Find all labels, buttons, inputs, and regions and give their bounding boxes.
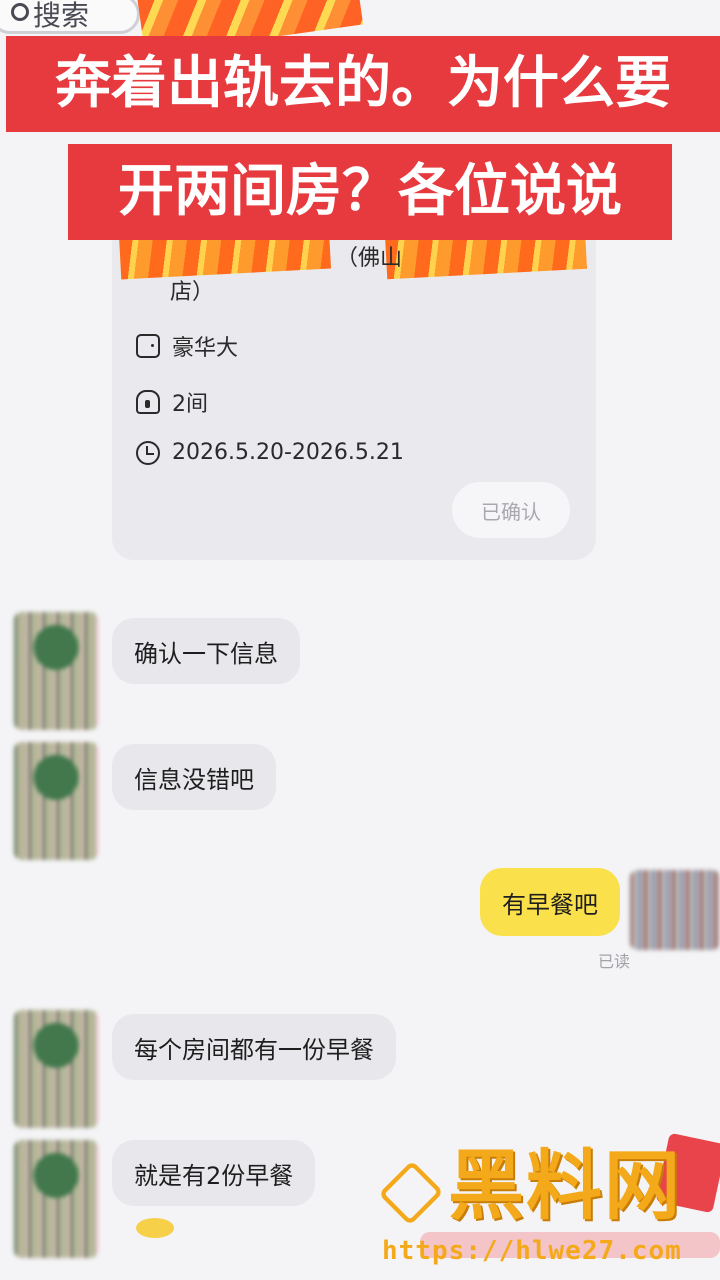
house-icon bbox=[136, 390, 160, 414]
search-label: 搜索 bbox=[33, 0, 90, 32]
watermark-logo-icon bbox=[378, 1160, 444, 1226]
clock-icon bbox=[136, 440, 160, 465]
room-count-row: 2间 bbox=[136, 386, 208, 418]
room-type-text: 豪华大 bbox=[172, 336, 239, 361]
message-bubble[interactable]: 信息没错吧 bbox=[112, 744, 276, 810]
message-bubble[interactable]: 确认一下信息 bbox=[112, 618, 300, 684]
message-bubble[interactable]: 每个房间都有一份早餐 bbox=[112, 1014, 396, 1080]
hotel-name-fragment: （佛山 bbox=[336, 246, 403, 271]
confirmed-button[interactable]: 已确认 bbox=[452, 482, 570, 538]
message-bubble-sent[interactable]: 有早餐吧 bbox=[480, 868, 620, 936]
avatar[interactable] bbox=[14, 612, 98, 730]
message-bubble[interactable]: 就是有2份早餐 bbox=[112, 1140, 316, 1206]
search-button[interactable]: 搜索 bbox=[0, 0, 140, 34]
avatar[interactable] bbox=[630, 870, 720, 950]
avatar[interactable] bbox=[14, 1140, 98, 1258]
date-range-text: 2026.5.20-2026.5.21 bbox=[172, 440, 404, 465]
read-status: 已读 bbox=[598, 952, 631, 971]
watermark-title: 黑料网 bbox=[448, 1141, 682, 1230]
title-banner-line2: 开两间房？各位说说 bbox=[68, 144, 672, 240]
door-icon bbox=[136, 334, 160, 358]
search-icon bbox=[11, 3, 29, 21]
room-count-text: 2间 bbox=[172, 392, 208, 417]
title-banner-line1: 奔着出轨去的。为什么要 bbox=[6, 36, 720, 132]
date-row: 2026.5.20-2026.5.21 bbox=[136, 440, 404, 465]
room-type-row: 豪华大 bbox=[136, 330, 238, 362]
avatar[interactable] bbox=[14, 1010, 98, 1128]
watermark-url: https://hlwe27.com bbox=[382, 1236, 682, 1266]
decorative-sticker bbox=[136, 1218, 174, 1238]
avatar[interactable] bbox=[14, 742, 98, 860]
hotel-name-continued: 店） bbox=[170, 280, 215, 305]
